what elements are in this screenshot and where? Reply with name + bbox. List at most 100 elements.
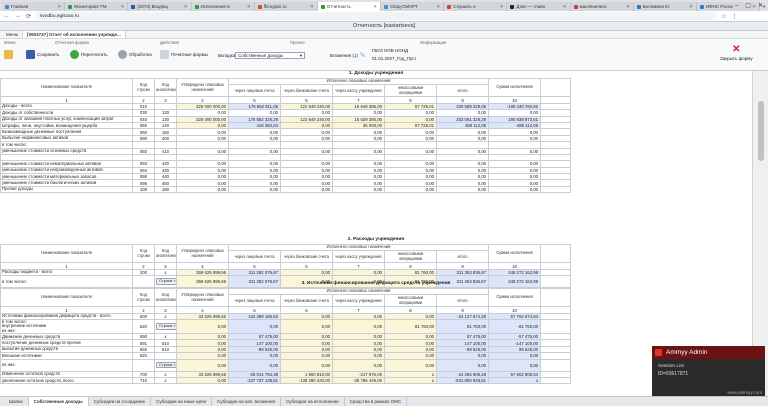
tab-close-icon[interactable]: ✕ bbox=[626, 4, 630, 10]
cell-value-b[interactable]: 0,00 bbox=[228, 185, 281, 194]
cell-value-g[interactable]: x bbox=[488, 376, 542, 385]
cell-value-g[interactable]: 0,00 bbox=[488, 185, 542, 194]
cell-value-g[interactable]: 0,00 bbox=[488, 358, 542, 372]
tab-close-icon[interactable]: ✕ bbox=[310, 4, 314, 10]
menu-tab-main[interactable]: Меню bbox=[2, 31, 24, 38]
menu-dots-icon[interactable]: ⋮ bbox=[731, 13, 737, 20]
ammyy-session-list[interactable]: Session List bbox=[652, 359, 765, 369]
tab-close-icon[interactable]: ✕ bbox=[57, 4, 61, 10]
browser-tab[interactable]: Слушать н ✕ bbox=[444, 2, 508, 11]
sheet-tab[interactable]: Средства в рамках ОМС bbox=[345, 397, 408, 406]
close-form-button[interactable]: ✕ Закрыть форму bbox=[720, 45, 753, 62]
row-name: в том числе: внутренние источники из них… bbox=[0, 319, 133, 335]
tab-close-icon[interactable]: ✕ bbox=[436, 4, 440, 10]
cell-value-e[interactable]: 81 760,00 bbox=[384, 319, 437, 335]
rows-button[interactable]: Строки >> bbox=[156, 361, 176, 369]
cell-value-c[interactable]: 0,00 bbox=[280, 358, 333, 372]
vkladka-select[interactable]: Собственные доходы ▾ bbox=[235, 52, 305, 59]
cell-value-d[interactable]: 0,00 bbox=[332, 358, 385, 372]
cell-value-b[interactable]: -337 737 138,81 bbox=[228, 376, 281, 385]
header-via-bank: через банковские счета bbox=[280, 294, 333, 308]
menu-tab-form[interactable]: [0503737] Отчет об исполнении учрежде... bbox=[23, 31, 126, 38]
cell-value-f[interactable]: 0,00 bbox=[435, 358, 490, 372]
header-via-bank: через банковские счета bbox=[280, 84, 333, 98]
back-icon[interactable]: ← bbox=[4, 13, 10, 19]
reload-icon[interactable]: ⟳ bbox=[26, 13, 31, 20]
tab-close-icon[interactable]: ✕ bbox=[563, 4, 567, 10]
maximize-icon[interactable]: ▢ bbox=[745, 2, 751, 9]
chevron-down-icon: ▾ bbox=[299, 52, 302, 58]
print-button[interactable]: Печатные формы bbox=[160, 50, 208, 59]
cell-value-e[interactable]: 0,00 bbox=[384, 358, 437, 372]
cell-value-b[interactable]: 0,00 bbox=[228, 319, 281, 335]
browser-tab[interactable]: Дзен — главн ✕ bbox=[507, 2, 571, 11]
sheet-tab[interactable]: Субсидии на кап. вложения bbox=[212, 397, 281, 406]
browser-tab[interactable]: Исполнение в ✕ bbox=[191, 2, 255, 11]
tab-close-icon[interactable]: ✕ bbox=[689, 4, 693, 10]
process-button[interactable]: Обработка bbox=[118, 50, 152, 59]
cell-value-e[interactable]: x bbox=[384, 376, 437, 385]
rows-button[interactable]: Строки >> bbox=[156, 323, 176, 330]
print-label: Печатные формы bbox=[171, 52, 208, 57]
scrollbar-thumb[interactable] bbox=[758, 101, 764, 161]
browser-tab[interactable]: масляническ ✕ bbox=[570, 2, 634, 11]
browser-tab-strip: Главная ✕ Мониторинг ГМ ✕ (2074) Входящ ✕ Испо… bbox=[0, 0, 768, 11]
cell-value-e[interactable]: 0,00 bbox=[384, 185, 437, 194]
forward-icon[interactable]: → bbox=[15, 13, 21, 19]
star-icon[interactable]: ☆ bbox=[721, 13, 726, 20]
ribbon-toolbar: Меню Отчетная форма Действия Прочее Инфо… bbox=[0, 39, 768, 71]
tab-close-icon[interactable]: ✕ bbox=[247, 4, 251, 10]
browser-tab-label: Исполнение в bbox=[200, 4, 230, 9]
header-sum: Сумма исполнения bbox=[488, 287, 542, 308]
browser-tab[interactable]: (2074) Входящ ✕ bbox=[128, 2, 192, 11]
ammyy-popup: Ammyy Admin Session List ID=93617871 www… bbox=[652, 346, 765, 396]
tab-close-icon[interactable]: ✕ bbox=[373, 4, 377, 10]
attachments-button[interactable]: Вложения (1) 📎 bbox=[330, 52, 365, 58]
browser-tab[interactable]: Мониторинг ГМ ✕ bbox=[65, 2, 129, 11]
sheet-tab[interactable]: Шапка bbox=[4, 397, 29, 406]
header-analytic: Код аналитики bbox=[154, 287, 177, 308]
cell-approved[interactable]: 0,00 bbox=[176, 376, 229, 385]
cell-value-g[interactable]: -81 760,00 bbox=[488, 319, 542, 335]
browser-tab[interactable]: Главная ✕ bbox=[2, 2, 66, 11]
recalc-icon bbox=[70, 50, 79, 59]
sheet-tab[interactable]: Субсидии на госзадание bbox=[89, 397, 152, 406]
cell-value-c[interactable]: -138 290 430,00 bbox=[280, 376, 333, 385]
cell-value-d[interactable]: -35 786 449,00 bbox=[332, 376, 385, 385]
cell-approved[interactable]: 0,00 bbox=[176, 358, 229, 372]
cell-value-f[interactable]: -531 806 828,81 bbox=[435, 376, 490, 385]
browser-tab[interactable]: Отчетность ✕ bbox=[317, 2, 382, 11]
cell-value-c[interactable]: 0,00 bbox=[280, 185, 333, 194]
cell-approved[interactable]: 0,00 bbox=[176, 319, 229, 335]
row-analytic: 180 bbox=[154, 185, 177, 194]
browser-tab[interactable]: Боломина Ю ✕ bbox=[633, 2, 697, 11]
sheet-tab[interactable]: Собственные доходы bbox=[28, 397, 89, 406]
tab-close-icon[interactable]: ✕ bbox=[121, 4, 125, 10]
header-extra bbox=[540, 287, 572, 308]
minimize-icon[interactable]: – bbox=[735, 3, 738, 9]
save-button[interactable]: Сохранить bbox=[26, 50, 59, 59]
section1-table: Наименование показателя Код строки Код ана… bbox=[0, 77, 572, 194]
tab-close-icon[interactable]: ✕ bbox=[500, 4, 504, 10]
ammyy-url[interactable]: www.ammyy.com bbox=[727, 390, 762, 395]
browser-tab[interactable]: ffd.egiszi.ru ✕ bbox=[254, 2, 318, 11]
group-label-menu: Меню bbox=[4, 40, 16, 45]
header-total: итого bbox=[435, 294, 490, 308]
cell-value-f[interactable]: 0,00 bbox=[435, 185, 490, 194]
recalc-button[interactable]: Пересчитать bbox=[70, 50, 108, 59]
gear-icon bbox=[118, 50, 127, 59]
folder-button[interactable] bbox=[4, 50, 13, 59]
cell-value-c[interactable]: 0,00 bbox=[280, 319, 333, 335]
tab-close-icon[interactable]: ✕ bbox=[184, 4, 188, 10]
browser-tab[interactable]: Свод-СМАРТ ✕ bbox=[381, 2, 445, 11]
cell-value-d[interactable]: 0,00 bbox=[332, 185, 385, 194]
close-window-icon[interactable]: ✕ bbox=[758, 2, 763, 9]
sheet-tab[interactable]: Субсидии на исполнение bbox=[281, 397, 345, 406]
sheet-tab[interactable]: Субсидии на иные цели bbox=[151, 397, 213, 406]
url-field[interactable]: svodbu.egiszao.ru bbox=[36, 12, 717, 20]
cell-value-d[interactable]: 0,00 bbox=[332, 319, 385, 335]
cell-value-b[interactable]: 0,00 bbox=[228, 358, 281, 372]
browser-tab-label: Свод-СМАРТ bbox=[390, 4, 418, 9]
cell-value-f[interactable]: 81 760,00 bbox=[435, 319, 490, 335]
cell-approved[interactable]: 0,00 bbox=[176, 185, 229, 194]
